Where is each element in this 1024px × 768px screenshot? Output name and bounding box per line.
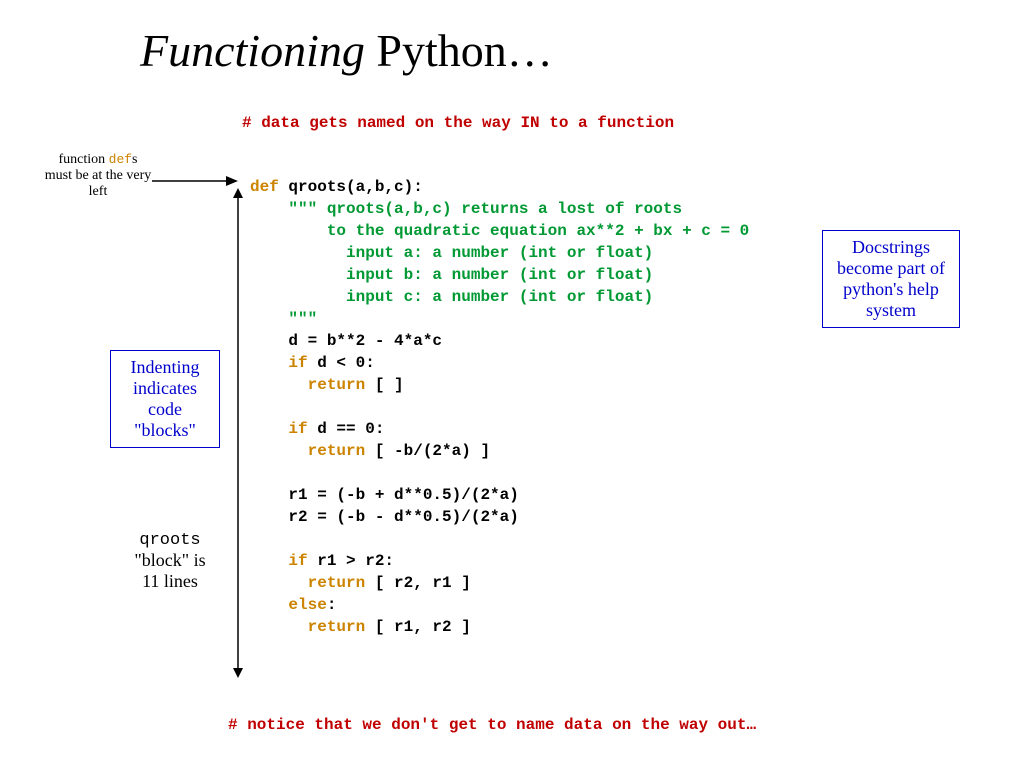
vertical-extent-arrow-icon: [230, 188, 246, 678]
kw-return: return: [308, 574, 366, 592]
code-line: [ ]: [365, 376, 403, 394]
qroots-line: 11 lines: [142, 571, 198, 591]
callout-docstrings: Docstrings become part of python's help …: [822, 230, 960, 328]
docstring-line: to the quadratic equation ax**2 + bx + c…: [250, 222, 749, 240]
indent: [250, 442, 308, 460]
kw-return: return: [308, 442, 366, 460]
title-italic: Functioning: [140, 25, 365, 76]
kw-if: if: [288, 420, 307, 438]
code-line: [ r1, r2 ]: [365, 618, 471, 636]
kw-if: if: [288, 552, 307, 570]
indent: [250, 420, 288, 438]
indent: [250, 552, 288, 570]
qroots-line: "block" is: [134, 550, 205, 570]
code-block: def qroots(a,b,c): """ qroots(a,b,c) ret…: [250, 176, 749, 638]
docstring-line: input b: a number (int or float): [250, 266, 653, 284]
code-line: d == 0:: [308, 420, 385, 438]
indent: [250, 618, 308, 636]
indent: [250, 596, 288, 614]
sidenote-defs-pre: function: [58, 152, 108, 167]
docstring-line: input c: a number (int or float): [250, 288, 653, 306]
top-comment: # data gets named on the way IN to a fun…: [242, 114, 674, 132]
def-keyword: def: [109, 152, 132, 167]
code-line: [ -b/(2*a) ]: [365, 442, 490, 460]
indent: [250, 376, 308, 394]
code-line: r1 > r2:: [308, 552, 394, 570]
indent: [250, 354, 288, 372]
code-line: :: [327, 596, 337, 614]
kw-if: if: [288, 354, 307, 372]
code-line: d = b**2 - 4*a*c: [250, 332, 442, 350]
kw-def: def: [250, 178, 279, 196]
docstring-line: input a: a number (int or float): [250, 244, 653, 262]
callout-qroots-block: qroots "block" is 11 lines: [110, 528, 230, 592]
code-line: qroots(a,b,c):: [279, 178, 423, 196]
slide-title: Functioning Python…: [140, 24, 553, 77]
kw-return: return: [308, 376, 366, 394]
arrow-right-icon: [150, 172, 240, 190]
indent: [250, 574, 308, 592]
code-line: r1 = (-b + d**0.5)/(2*a): [250, 486, 519, 504]
callout-indenting: Indenting indicates code "blocks": [110, 350, 220, 448]
code-line: d < 0:: [308, 354, 375, 372]
bottom-comment: # notice that we don't get to name data …: [228, 716, 756, 734]
code-line: [ r2, r1 ]: [365, 574, 471, 592]
kw-else: else: [288, 596, 326, 614]
code-line: r2 = (-b - d**0.5)/(2*a): [250, 508, 519, 526]
sidenote-defs: function defs must be at the very left: [44, 152, 152, 200]
title-rest: Python…: [365, 25, 553, 76]
kw-return: return: [308, 618, 366, 636]
docstring-line: """: [250, 310, 317, 328]
docstring-line: """ qroots(a,b,c) returns a lost of root…: [250, 200, 682, 218]
qroots-name: qroots: [139, 531, 200, 550]
